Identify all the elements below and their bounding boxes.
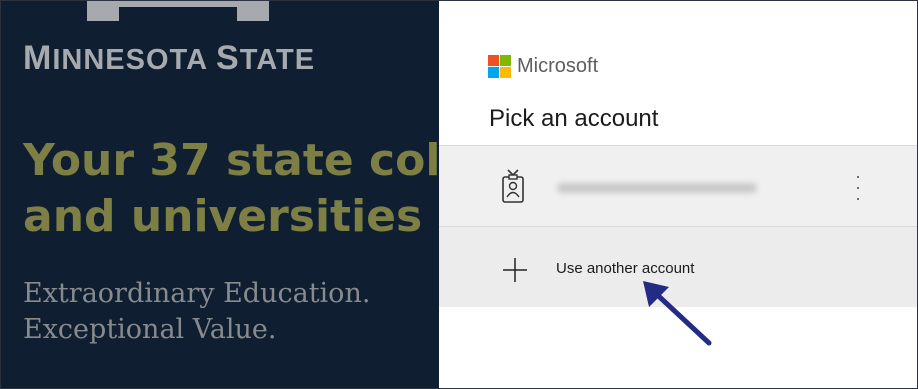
more-options-icon[interactable] bbox=[855, 176, 861, 200]
brand-name: MINNESOTA STATE bbox=[23, 39, 316, 77]
signin-window: MINNESOTA STATE Your 37 state coll and un… bbox=[0, 0, 918, 389]
pointer-arrow-annotation bbox=[643, 281, 712, 346]
account-tile[interactable] bbox=[439, 145, 917, 227]
brand-panel: MINNESOTA STATE Your 37 state coll and un… bbox=[1, 1, 439, 388]
microsoft-logo: Microsoft bbox=[488, 55, 598, 78]
brand-headline: Your 37 state coll and universities bbox=[23, 135, 439, 242]
badge-icon bbox=[502, 169, 524, 203]
microsoft-logo-icon bbox=[488, 55, 511, 78]
account-email-blurred bbox=[557, 183, 757, 193]
brand-tagline: Extraordinary Education. Exceptional Valu… bbox=[23, 278, 371, 345]
banner-shape bbox=[87, 1, 269, 21]
plus-icon bbox=[503, 258, 527, 282]
microsoft-logo-text: Microsoft bbox=[517, 55, 599, 77]
page-title: Pick an account bbox=[489, 105, 659, 132]
